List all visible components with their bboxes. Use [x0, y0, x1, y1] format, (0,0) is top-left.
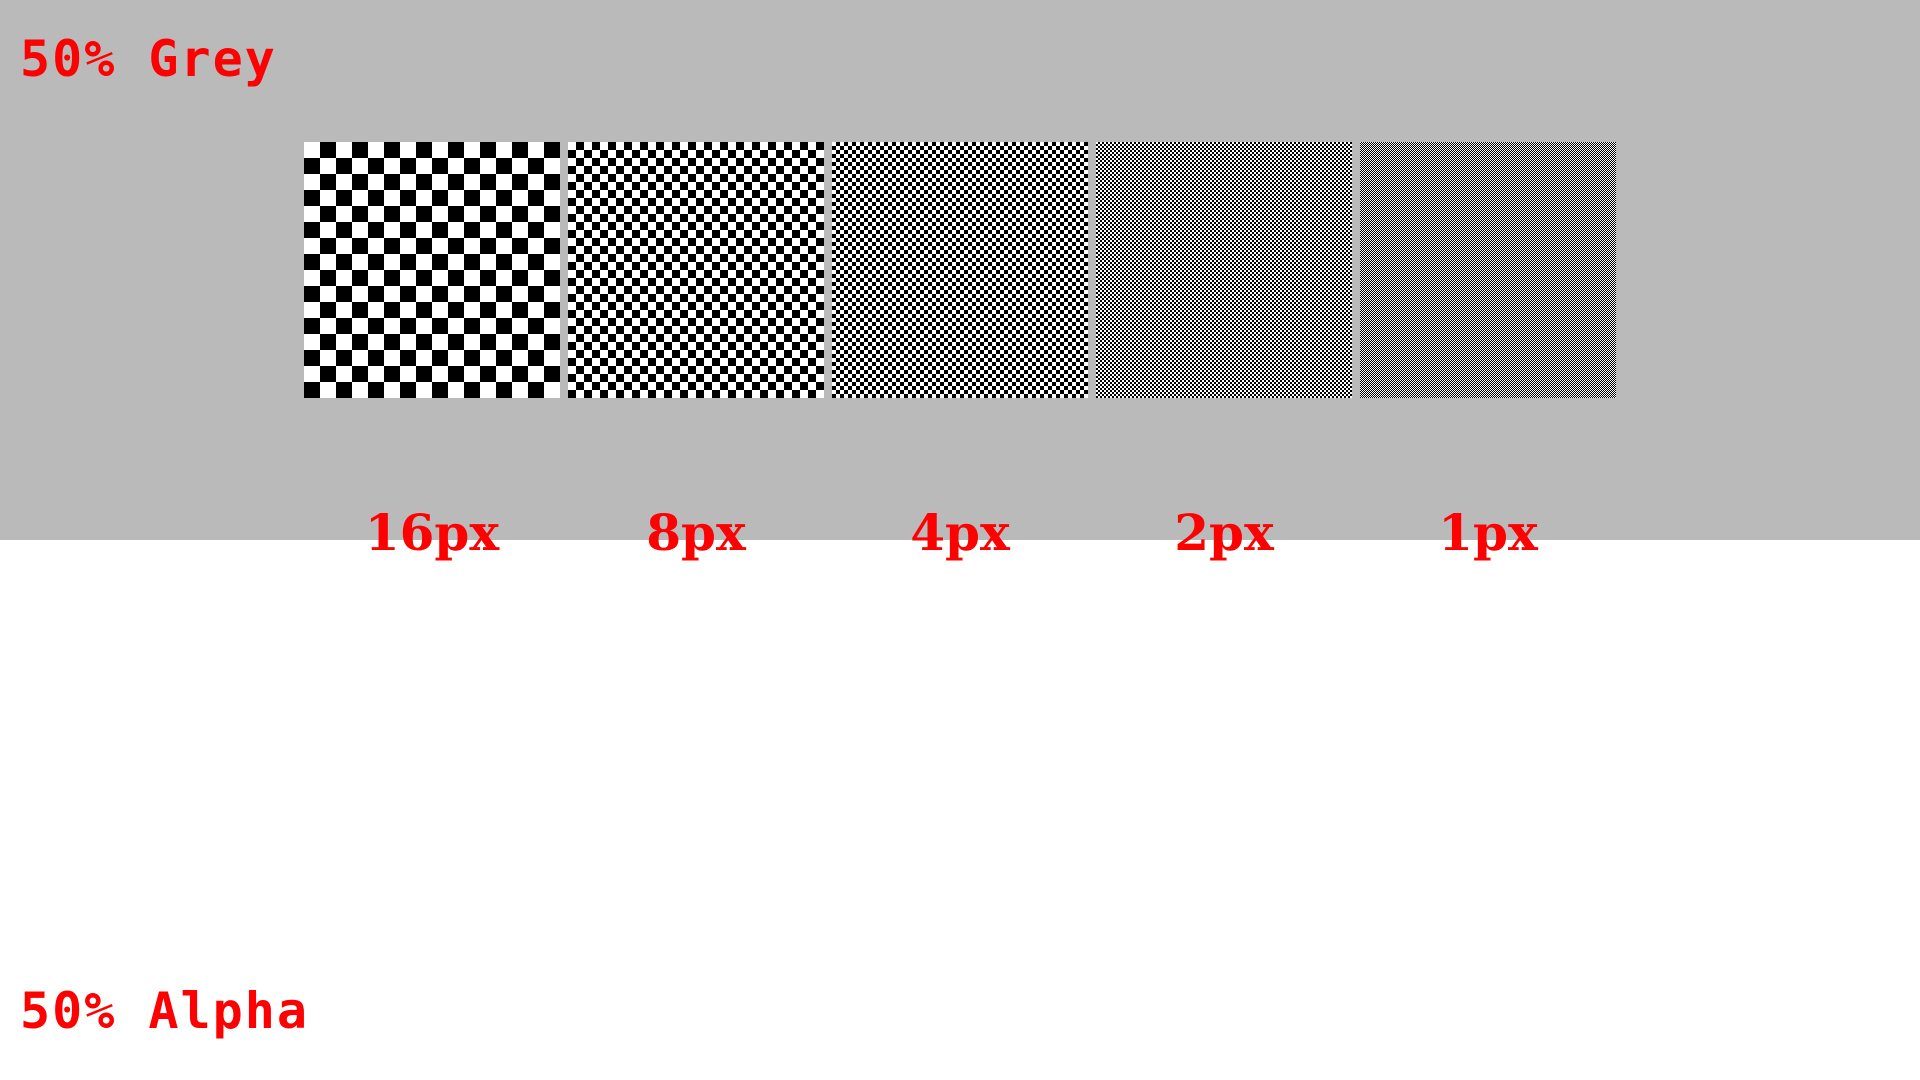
- checker-swatch-4px: [832, 142, 1088, 398]
- checker-swatch-1px: [1360, 142, 1616, 398]
- swatch-label-1px: 1px: [1438, 503, 1538, 562]
- checker-swatch-8px: [568, 142, 824, 398]
- heading-50-grey: 50% Grey: [20, 30, 277, 88]
- heading-50-alpha: 50% Alpha: [20, 982, 309, 1040]
- swatch-label-4px: 4px: [910, 503, 1010, 562]
- checker-swatch-16px: [304, 142, 560, 398]
- swatch-label-8px: 8px: [646, 503, 746, 562]
- swatch-label-16px: 16px: [364, 503, 500, 562]
- swatch-label-2px: 2px: [1174, 503, 1274, 562]
- checker-swatch-2px: [1096, 142, 1352, 398]
